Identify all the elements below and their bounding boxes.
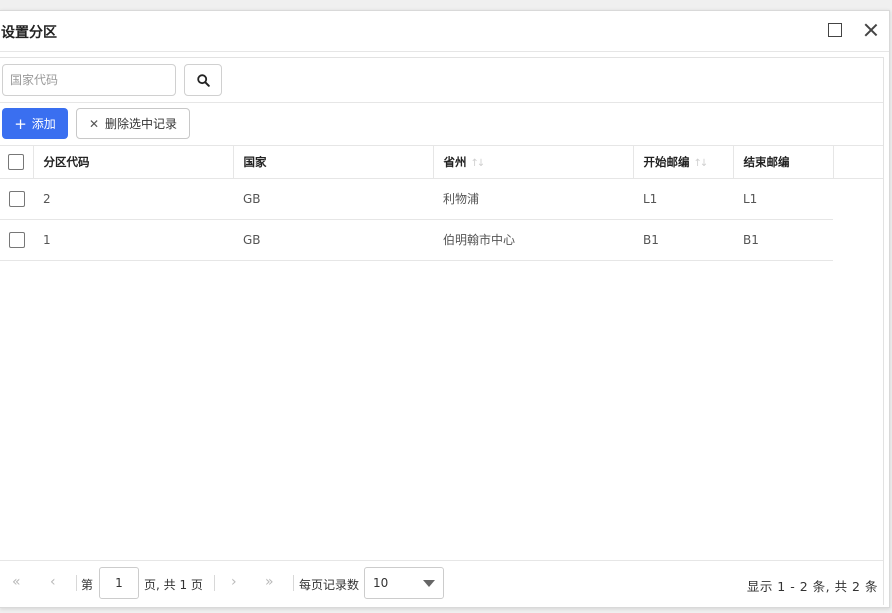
- row-checkbox[interactable]: [8, 190, 25, 207]
- cell-end-zip: B1: [733, 219, 833, 261]
- sort-icon[interactable]: ↑↓: [694, 158, 709, 169]
- main-panel: + 添加 ✕ 删除选中记录 分区代码 国家 省州↑↓ 开始邮编↑↓: [0, 57, 884, 605]
- pagination-summary: 显示 1 - 2 条, 共 2 条: [746, 579, 878, 594]
- search-button[interactable]: [184, 64, 222, 96]
- add-button[interactable]: + 添加: [2, 108, 68, 139]
- column-header-country[interactable]: 国家: [233, 146, 434, 179]
- search-bar: [0, 58, 883, 103]
- search-icon: [197, 74, 210, 87]
- table-row[interactable]: 1 GB 伯明翰市中心 B1 B1: [0, 219, 833, 261]
- prev-page-icon[interactable]: ‹: [50, 574, 56, 590]
- first-page-icon[interactable]: «: [12, 574, 21, 590]
- page-size-select[interactable]: 10: [364, 567, 444, 599]
- pager-divider: [76, 575, 77, 591]
- column-header-end-zip[interactable]: 结束邮编: [733, 146, 834, 179]
- settings-dialog: 设置分区 + 添加 ✕ 删除选中记录: [0, 10, 890, 608]
- dialog-titlebar: 设置分区: [0, 11, 889, 52]
- cell-end-zip: L1: [733, 178, 833, 220]
- chevron-down-icon: [423, 580, 435, 587]
- column-header-province[interactable]: 省州 ↑↓: [433, 146, 634, 179]
- next-page-icon[interactable]: ›: [231, 574, 237, 590]
- cell-country: GB: [233, 219, 433, 261]
- pagination-bar: « ‹ 第 页, 共 1 页 › » 每页记录数 10 显示 1 - 2 条, …: [0, 560, 883, 605]
- row-checkbox[interactable]: [8, 231, 25, 248]
- table-row[interactable]: 2 GB 利物浦 L1 L1: [0, 178, 833, 220]
- cell-province: 利物浦: [433, 178, 633, 220]
- column-header-code[interactable]: 分区代码: [33, 146, 234, 179]
- partition-table: 分区代码 国家 省州 ↑↓ 开始邮编 ↑↓ 结束邮编 2 GB 利物浦 L1 L1: [0, 146, 834, 261]
- plus-icon: +: [14, 114, 27, 133]
- cell-code: 2: [33, 178, 233, 220]
- pager-divider: [214, 575, 215, 591]
- cell-province: 伯明翰市中心: [433, 219, 633, 261]
- page-prefix: 第: [81, 578, 94, 592]
- table-header-filler: [833, 146, 883, 179]
- cell-code: 1: [33, 219, 233, 261]
- add-button-label: 添加: [31, 116, 56, 131]
- last-page-icon[interactable]: »: [265, 574, 274, 590]
- country-code-search-input[interactable]: [2, 64, 176, 96]
- select-all-checkbox[interactable]: [8, 153, 25, 170]
- cell-start-zip: L1: [633, 178, 733, 220]
- page-size-label: 每页记录数: [299, 578, 360, 592]
- maximize-icon[interactable]: [828, 23, 842, 37]
- delete-button-label: 删除选中记录: [105, 117, 178, 131]
- page-suffix: 页, 共 1 页: [144, 578, 203, 592]
- column-header-start-zip[interactable]: 开始邮编 ↑↓: [633, 146, 734, 179]
- delete-selected-button[interactable]: ✕ 删除选中记录: [76, 108, 190, 139]
- dialog-title: 设置分区: [1, 25, 57, 41]
- sort-icon[interactable]: ↑↓: [471, 158, 486, 169]
- table-header-row: 分区代码 国家 省州 ↑↓ 开始邮编 ↑↓ 结束邮编: [0, 146, 834, 179]
- close-icon[interactable]: [864, 23, 878, 37]
- cell-country: GB: [233, 178, 433, 220]
- action-toolbar: + 添加 ✕ 删除选中记录: [0, 103, 883, 146]
- page-size-value: 10: [373, 576, 389, 590]
- close-icon: ✕: [88, 117, 100, 131]
- cell-start-zip: B1: [633, 219, 733, 261]
- pager-divider: [293, 575, 294, 591]
- page-number-input[interactable]: [99, 567, 139, 599]
